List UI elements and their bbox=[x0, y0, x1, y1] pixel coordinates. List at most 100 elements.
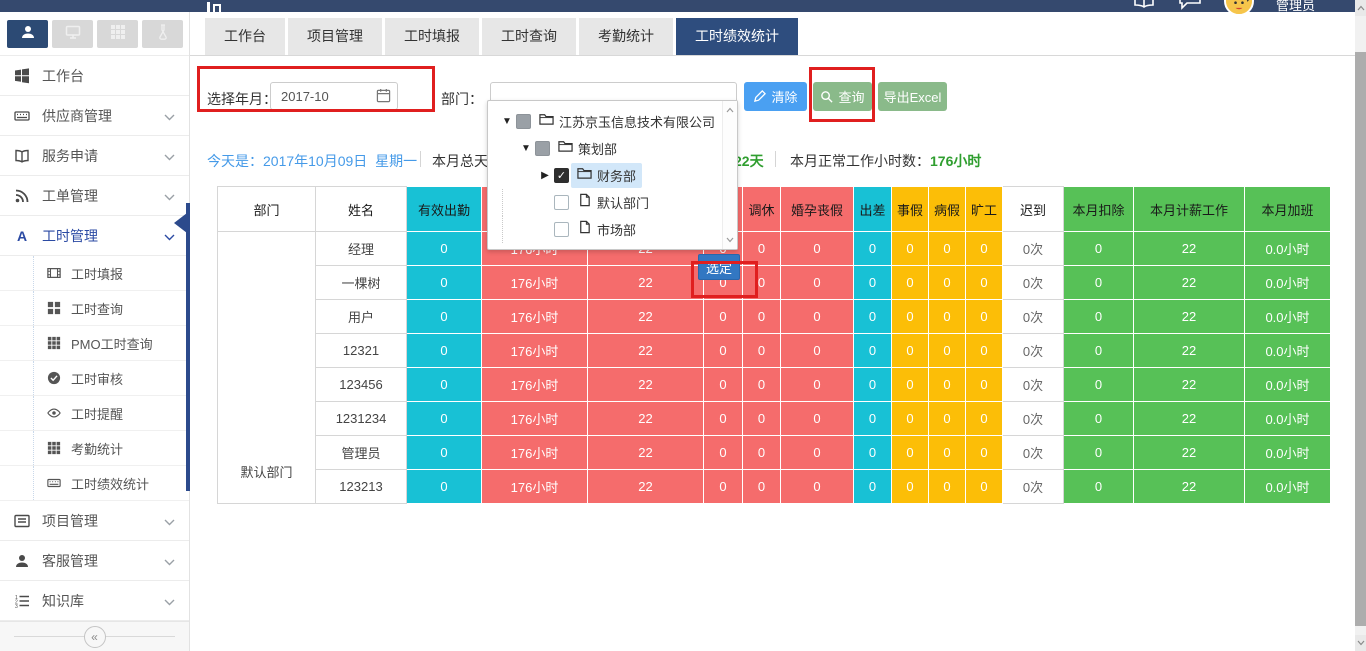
tree-node-0[interactable]: ▼江苏京玉信息技术有限公司 bbox=[488, 108, 737, 135]
tab-4[interactable]: 考勤统计 bbox=[579, 18, 673, 55]
tree-node-1[interactable]: ▼策划部 bbox=[488, 135, 737, 162]
name-cell: 管理员 bbox=[316, 436, 407, 470]
clear-button[interactable]: 清除 bbox=[744, 82, 807, 111]
export-excel-button[interactable]: 导出Excel bbox=[878, 82, 947, 111]
tree-checkbox[interactable] bbox=[535, 141, 550, 156]
svg-text:A: A bbox=[17, 228, 27, 244]
page-scrollbar[interactable] bbox=[1355, 0, 1366, 651]
sidebar-subitem-label: 工时提醒 bbox=[71, 404, 123, 423]
tab-5[interactable]: 工时绩效统计 bbox=[676, 18, 798, 55]
workbench-icon bbox=[14, 67, 31, 84]
tree-checkbox[interactable] bbox=[554, 195, 569, 210]
scroll-down-icon[interactable] bbox=[1355, 635, 1366, 651]
tree-node-2[interactable]: ▶✓财务部 bbox=[488, 162, 737, 189]
sidebar-subitem-label: 工时查询 bbox=[71, 299, 123, 318]
keyboard-icon bbox=[14, 107, 31, 124]
scroll-up-icon[interactable] bbox=[1355, 0, 1366, 16]
sidebar-item-5[interactable]: 项目管理 bbox=[0, 501, 189, 541]
value-cell: 0 bbox=[781, 368, 854, 402]
value-cell: 0 bbox=[743, 402, 781, 436]
svg-text:3: 3 bbox=[15, 604, 18, 609]
value-cell: 22 bbox=[1134, 266, 1245, 300]
scrollbar-thumb[interactable] bbox=[1355, 52, 1366, 626]
column-header: 本月加班 bbox=[1245, 187, 1331, 232]
value-cell: 0次 bbox=[1003, 232, 1064, 266]
sidebar-subitem-3[interactable]: 工时审核 bbox=[0, 361, 189, 396]
calendar-icon[interactable] bbox=[376, 88, 391, 108]
tab-3[interactable]: 工时查询 bbox=[482, 18, 576, 55]
value-cell: 0.0小时 bbox=[1245, 436, 1331, 470]
name-cell: 一棵树 bbox=[316, 266, 407, 300]
value-cell: 0 bbox=[929, 402, 966, 436]
sidebar-mode-monitor-icon[interactable] bbox=[52, 20, 93, 48]
tree-confirm-button[interactable]: 选定 bbox=[698, 254, 740, 280]
sidebar-subitem-2[interactable]: PMO工时查询 bbox=[0, 326, 189, 361]
value-cell: 0.0小时 bbox=[1245, 402, 1331, 436]
work-hours-value: 176小时 bbox=[930, 153, 981, 169]
sidebar-item-3[interactable]: 工单管理 bbox=[0, 176, 189, 216]
sidebar-subitem-4[interactable]: 工时提醒 bbox=[0, 396, 189, 431]
sidebar-item-1[interactable]: 供应商管理 bbox=[0, 96, 189, 136]
value-cell: 0 bbox=[704, 300, 743, 334]
dropdown-scrollbar[interactable] bbox=[722, 101, 737, 249]
column-header: 本月计薪工作 bbox=[1134, 187, 1245, 232]
book-icon bbox=[14, 147, 31, 164]
tree-node-3[interactable]: 默认部门 bbox=[488, 189, 737, 216]
grid-icon bbox=[47, 336, 62, 350]
sidebar-item-label: 项目管理 bbox=[42, 511, 164, 531]
value-cell: 0次 bbox=[1003, 402, 1064, 436]
sidebar-icon-tabs bbox=[0, 12, 189, 55]
value-cell: 0次 bbox=[1003, 436, 1064, 470]
tab-0[interactable]: 工作台 bbox=[205, 18, 285, 55]
tree-expander[interactable]: ▶ bbox=[538, 170, 552, 181]
query-button[interactable]: 查询 bbox=[813, 82, 872, 111]
sidebar-item-label: 供应商管理 bbox=[42, 106, 164, 126]
project-icon bbox=[14, 512, 31, 529]
sidebar-item-4[interactable]: A工时管理 bbox=[0, 216, 189, 256]
value-cell: 0 bbox=[781, 436, 854, 470]
chat-icon[interactable] bbox=[1178, 0, 1202, 15]
column-header: 病假 bbox=[929, 187, 966, 232]
tree-checkbox[interactable] bbox=[516, 114, 531, 129]
tree-node-4[interactable]: 市场部 bbox=[488, 216, 737, 243]
value-cell: 0次 bbox=[1003, 368, 1064, 402]
username[interactable]: 管理员 bbox=[1276, 0, 1315, 14]
tree-expander[interactable]: ▼ bbox=[519, 143, 533, 154]
value-cell: 0 bbox=[781, 470, 854, 504]
value-cell: 0 bbox=[854, 300, 892, 334]
value-cell: 22 bbox=[588, 368, 704, 402]
sidebar-subitem-1[interactable]: 工时查询 bbox=[0, 291, 189, 326]
value-cell: 0 bbox=[966, 470, 1003, 504]
sidebar-item-6[interactable]: 客服管理 bbox=[0, 541, 189, 581]
sidebar-subitem-label: 工时填报 bbox=[71, 264, 123, 283]
name-cell: 123456 bbox=[316, 368, 407, 402]
sidebar-subitem-0[interactable]: 工时填报 bbox=[0, 256, 189, 291]
tree-checkbox[interactable] bbox=[554, 222, 569, 237]
eye-icon bbox=[47, 406, 62, 420]
department-tree-dropdown: ▼江苏京玉信息技术有限公司▼策划部▶✓财务部默认部门市场部 bbox=[487, 100, 738, 250]
sidebar-item-2[interactable]: 服务申请 bbox=[0, 136, 189, 176]
value-cell: 0 bbox=[854, 470, 892, 504]
collapse-sidebar-button[interactable]: « bbox=[84, 626, 106, 648]
avatar[interactable] bbox=[1224, 0, 1254, 16]
tree-checkbox[interactable]: ✓ bbox=[554, 168, 569, 183]
value-cell: 0 bbox=[966, 300, 1003, 334]
tab-2[interactable]: 工时填报 bbox=[385, 18, 479, 55]
knowledge-icon: 123 bbox=[14, 592, 31, 609]
value-cell: 22 bbox=[1134, 402, 1245, 436]
value-cell: 0 bbox=[743, 436, 781, 470]
tab-1[interactable]: 项目管理 bbox=[288, 18, 382, 55]
sidebar-subitem-5[interactable]: 考勤统计 bbox=[0, 431, 189, 466]
value-cell: 0 bbox=[929, 436, 966, 470]
sidebar-subitem-6[interactable]: 工时绩效统计 bbox=[0, 466, 189, 501]
folder-icon bbox=[558, 139, 573, 158]
sidebar-item-0[interactable]: 工作台 bbox=[0, 56, 189, 96]
table-row: 默认部门经理0176小时2200000000次0220.0小时 bbox=[218, 232, 1331, 266]
sidebar-item-7[interactable]: 123知识库 bbox=[0, 581, 189, 621]
sidebar-mode-grid-icon[interactable] bbox=[97, 20, 138, 48]
sidebar-mode-flask-icon[interactable] bbox=[142, 20, 183, 48]
scroll-down-icon bbox=[723, 233, 737, 247]
book-icon[interactable] bbox=[1132, 0, 1156, 15]
sidebar-mode-person-icon[interactable] bbox=[7, 20, 48, 48]
tree-expander[interactable]: ▼ bbox=[500, 116, 514, 127]
